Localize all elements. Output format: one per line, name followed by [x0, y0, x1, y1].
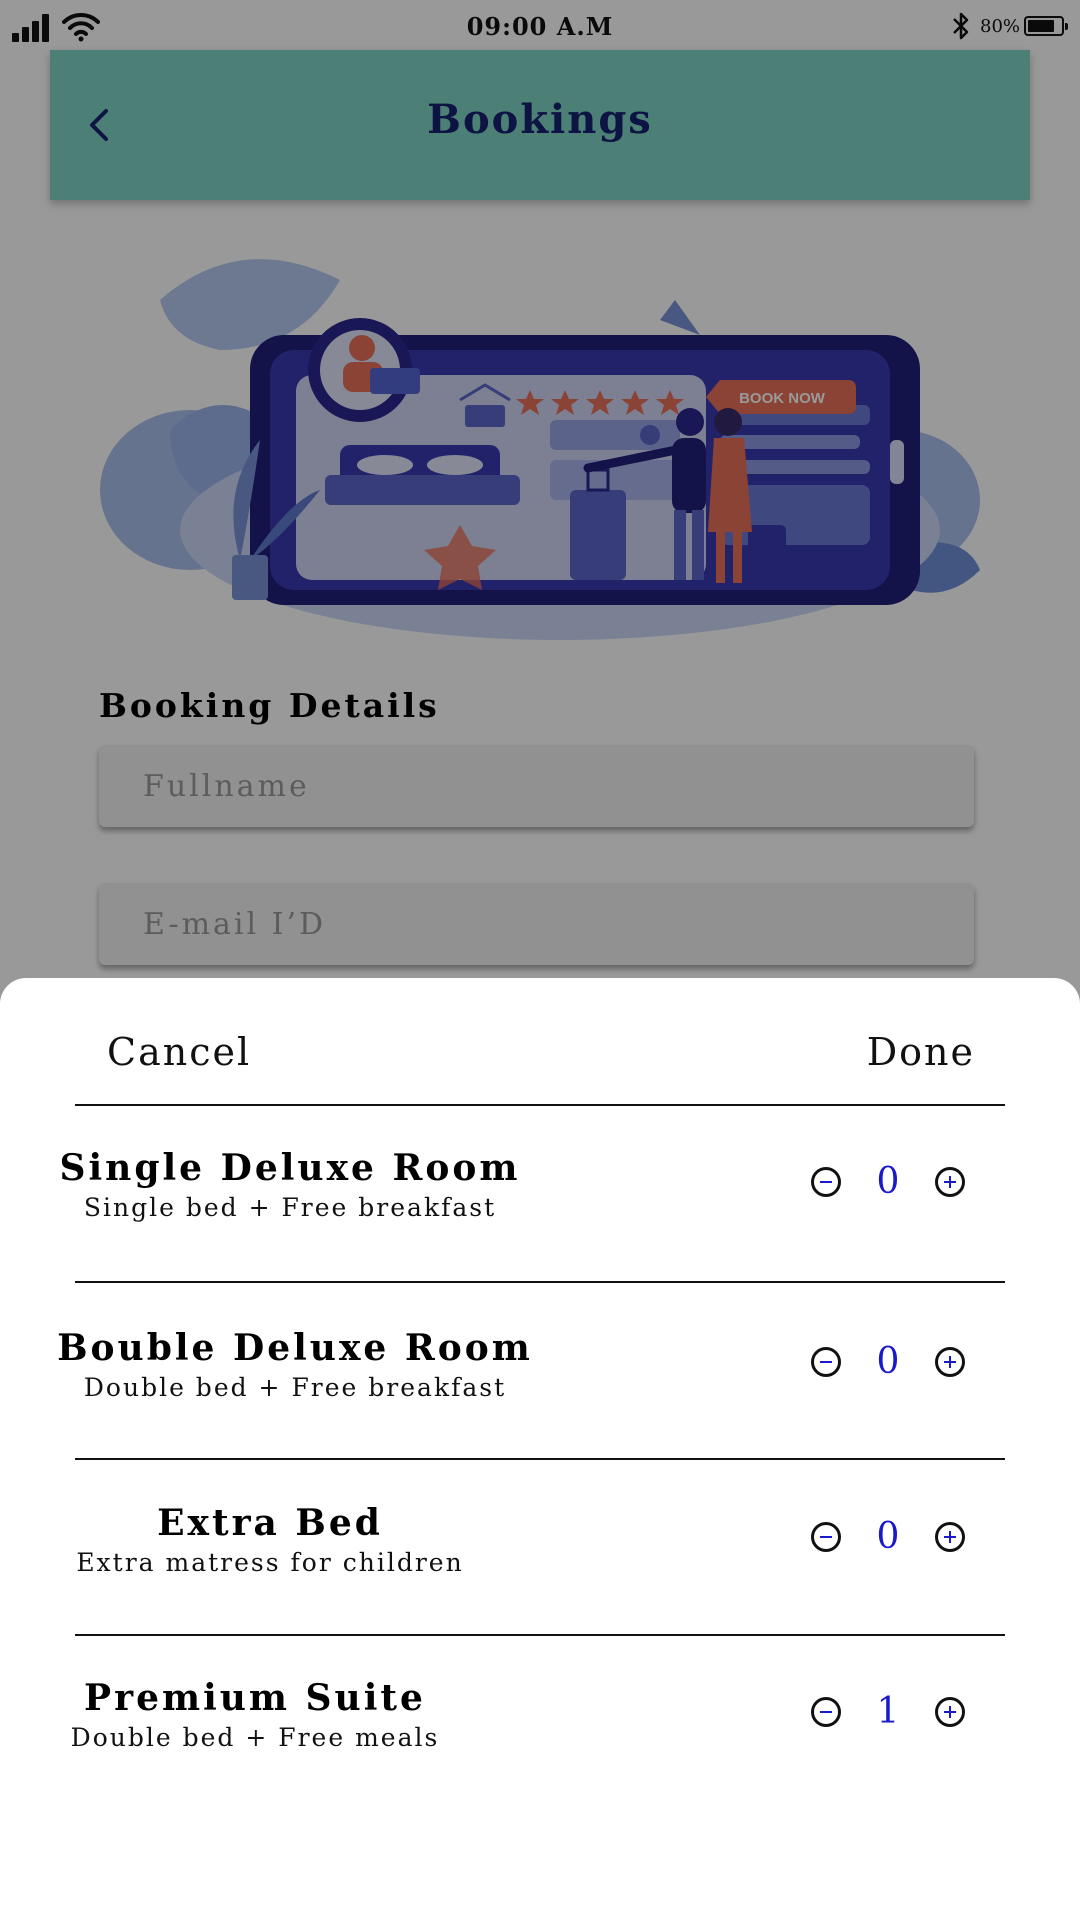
room-info: Premium Suite Double bed + Free meals: [60, 1677, 450, 1752]
done-button[interactable]: Done: [867, 1030, 975, 1074]
room-name: Premium Suite: [84, 1677, 426, 1719]
room-quantity: 0: [876, 1341, 900, 1382]
room-quantity: 0: [876, 1516, 900, 1557]
room-quantity: 1: [876, 1691, 900, 1732]
room-description: Double bed + Free meals: [70, 1723, 440, 1752]
row-divider: [75, 1458, 1005, 1460]
room-row-single-deluxe: Single Deluxe Room Single bed + Free bre…: [0, 1147, 1080, 1323]
room-info: Extra Bed Extra matress for children: [60, 1502, 480, 1577]
increment-button[interactable]: [935, 1347, 965, 1377]
room-name: Extra Bed: [157, 1502, 383, 1544]
sheet-divider: [75, 1104, 1005, 1106]
room-info: Bouble Deluxe Room Double bed + Free bre…: [50, 1327, 540, 1402]
increment-button[interactable]: [935, 1167, 965, 1197]
decrement-button[interactable]: [811, 1167, 841, 1197]
booking-screen: 09:00 A.M 80% Bookings BOOK NOW Booking …: [0, 0, 1080, 1920]
room-info: Single Deluxe Room Single bed + Free bre…: [50, 1147, 530, 1222]
room-row-premium-suite: Premium Suite Double bed + Free meals 1: [0, 1677, 1080, 1853]
room-quantity: 0: [876, 1161, 900, 1202]
row-divider: [75, 1281, 1005, 1283]
decrement-button[interactable]: [811, 1347, 841, 1377]
room-description: Single bed + Free breakfast: [83, 1193, 497, 1222]
increment-button[interactable]: [935, 1697, 965, 1727]
room-description: Double bed + Free breakfast: [83, 1373, 507, 1402]
room-description: Extra matress for children: [76, 1548, 464, 1577]
cancel-button[interactable]: Cancel: [107, 1030, 251, 1074]
decrement-button[interactable]: [811, 1522, 841, 1552]
decrement-button[interactable]: [811, 1697, 841, 1727]
room-name: Bouble Deluxe Room: [57, 1327, 533, 1369]
room-selection-sheet: Cancel Done Single Deluxe Room Single be…: [0, 978, 1080, 1920]
room-name: Single Deluxe Room: [59, 1147, 521, 1189]
room-row-double-deluxe: Bouble Deluxe Room Double bed + Free bre…: [0, 1327, 1080, 1503]
room-row-extra-bed: Extra Bed Extra matress for children 0: [0, 1502, 1080, 1678]
increment-button[interactable]: [935, 1522, 965, 1552]
row-divider: [75, 1634, 1005, 1636]
